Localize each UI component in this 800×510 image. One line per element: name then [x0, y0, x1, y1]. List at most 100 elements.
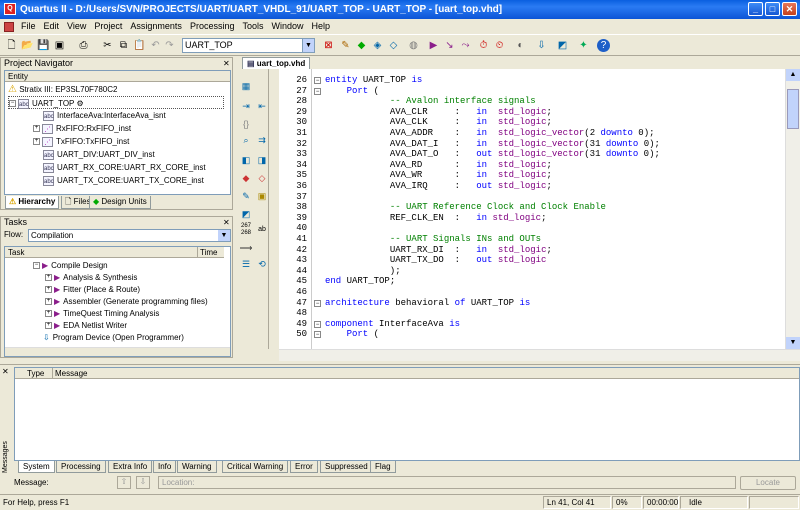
start-compilation-icon[interactable]: ▶ — [427, 39, 440, 52]
tree-item[interactable]: abc UART_TX_CORE:UART_TX_CORE_inst — [43, 174, 204, 187]
menu-view[interactable]: View — [63, 19, 90, 34]
document-icon[interactable] — [4, 21, 14, 32]
uncomment-icon[interactable]: ◇ — [255, 171, 269, 185]
copy-icon[interactable]: ⧉ — [117, 39, 130, 52]
code-line[interactable]: AVA_IRQ : out std_logic; — [325, 181, 552, 191]
tree-item[interactable]: abc InterfaceAva:InterfaceAva_isnt — [43, 109, 166, 122]
maximize-button[interactable]: □ — [765, 2, 780, 16]
code-editor[interactable]: 26− entity UART_TOP is 27− Port (28 -- Ava… — [279, 69, 800, 349]
code-line[interactable]: AVA_CLR : in std_logic; — [325, 107, 552, 117]
comment-icon[interactable]: ◆ — [239, 171, 253, 185]
collapse-icon[interactable]: − — [9, 100, 16, 108]
code-line[interactable]: AVA_DAT_I : in std_logic_vector(31 downt… — [325, 139, 660, 149]
arrow-right-icon[interactable]: ⟶ — [239, 241, 253, 255]
menu-assignments[interactable]: Assignments — [126, 19, 186, 34]
tab-info[interactable]: Info — [153, 461, 177, 473]
fold-icon[interactable]: − — [314, 331, 321, 339]
code-line[interactable]: AVA_ADDR : in std_logic_vector(2 downto … — [325, 128, 655, 138]
flow-select[interactable]: Compilation ▼ — [28, 229, 231, 242]
code-line[interactable]: -- Avalon interface signals — [325, 96, 536, 106]
task-item[interactable]: + ▶ TimeQuest Timing Analysis — [45, 308, 159, 320]
programmer-icon[interactable]: ⇩ — [535, 39, 548, 52]
assignment-editor-icon[interactable]: ◆ — [355, 39, 368, 52]
new-file-icon[interactable]: 🗋 — [5, 39, 18, 52]
bracket-icon[interactable]: {} — [239, 117, 253, 131]
tab-processing[interactable]: Processing — [56, 461, 106, 473]
editor-vertical-scrollbar[interactable]: ▲ ▼ — [785, 69, 800, 349]
tree-item[interactable]: abc UART_RX_CORE:UART_RX_CORE_inst — [43, 161, 206, 174]
menu-edit[interactable]: Edit — [40, 19, 64, 34]
pin-planner-icon[interactable]: ✎ — [339, 39, 352, 52]
code-line[interactable]: Port ( — [325, 329, 379, 339]
task-item[interactable]: ⇩ Program Device (Open Programmer) — [43, 332, 184, 344]
scroll-down-icon[interactable]: ▼ — [786, 337, 800, 349]
outdent-icon[interactable]: ⇤ — [255, 99, 269, 113]
code-line[interactable]: -- UART Signals INs and OUTs — [325, 234, 541, 244]
expand-icon[interactable]: + — [33, 138, 40, 146]
code-line[interactable]: Port ( — [325, 86, 379, 96]
save-icon[interactable]: 💾 — [37, 39, 50, 52]
help-icon[interactable]: ? — [597, 39, 610, 52]
cut-icon[interactable]: ✂ — [101, 39, 114, 52]
open-folder-icon[interactable]: 📂 — [21, 39, 34, 52]
table-icon[interactable]: ▦ — [239, 79, 253, 93]
menu-help[interactable]: Help — [308, 19, 335, 34]
find-next-icon[interactable]: ⇉ — [255, 133, 269, 147]
code-line[interactable]: AVA_CLK : in std_logic; — [325, 117, 552, 127]
insert-template-icon[interactable]: ▣ — [255, 189, 269, 203]
tree-item[interactable]: + ⋰ TxFIFO:TxFIFO_inst — [33, 135, 129, 148]
code-line[interactable]: ); — [325, 266, 401, 276]
code-line[interactable]: entity UART_TOP is — [325, 75, 422, 85]
chip-planner-icon[interactable]: ◈ — [371, 39, 384, 52]
chevron-down-icon[interactable]: ▼ — [302, 39, 314, 52]
goto-line-icon[interactable]: 267 268 — [239, 223, 253, 237]
floorplan-icon[interactable]: ◇ — [387, 39, 400, 52]
task-item[interactable]: + ▶ Analysis & Synthesis — [45, 272, 137, 284]
tab-uart-top[interactable]: ▤ uart_top.vhd — [242, 57, 311, 69]
code-line[interactable]: AVA_DAT_O : out std_logic_vector(31 down… — [325, 149, 660, 159]
code-line[interactable]: AVA_WR : in std_logic; — [325, 170, 552, 180]
bookmark-icon[interactable]: ◧ — [239, 153, 253, 167]
tab-extra-info[interactable]: Extra Info — [108, 461, 153, 473]
code-line[interactable]: UART_RX_DI : in std_logic; — [325, 245, 552, 255]
code-line[interactable]: end UART_TOP; — [325, 276, 395, 286]
top-entity-combo[interactable]: UART_TOP ▼ — [182, 38, 315, 53]
close-icon[interactable]: ✕ — [223, 59, 230, 68]
close-icon[interactable]: ✕ — [2, 367, 9, 376]
menu-tools[interactable]: Tools — [238, 19, 267, 34]
save-all-icon[interactable]: ▣ — [53, 39, 66, 52]
tab-system[interactable]: System — [18, 461, 55, 473]
type-column-header[interactable]: Type — [23, 368, 53, 379]
tab-hierarchy[interactable]: ⚠ Hierarchy — [5, 196, 60, 209]
close-button[interactable]: ✕ — [782, 2, 797, 16]
fold-icon[interactable]: − — [314, 77, 321, 84]
globe-icon[interactable]: ◍ — [407, 39, 420, 52]
task-item[interactable]: + ▶ EDA Netlist Writer — [45, 320, 127, 332]
stop-icon[interactable]: ◐ — [514, 39, 527, 52]
task-item[interactable]: + ▶ Fitter (Place & Route) — [45, 284, 140, 296]
time-column-header[interactable]: Time — [198, 247, 224, 258]
code-line[interactable]: AVA_RD : in std_logic; — [325, 160, 552, 170]
undo-icon[interactable]: ↶ — [149, 39, 162, 52]
redo-icon[interactable]: ↷ — [163, 39, 176, 52]
expand-icon[interactable]: + — [45, 298, 52, 306]
code-line[interactable]: component InterfaceAva is — [325, 319, 460, 329]
scroll-thumb[interactable] — [787, 89, 799, 129]
task-item[interactable]: − ▶ Compile Design — [33, 260, 108, 272]
find-icon[interactable]: ⌕ — [239, 133, 253, 147]
tab-suppressed[interactable]: Suppressed — [320, 461, 373, 473]
expand-icon[interactable]: + — [45, 274, 52, 282]
horizontal-scrollbar[interactable] — [5, 347, 230, 356]
code-line[interactable]: -- UART Reference Clock and Clock Enable — [325, 202, 606, 212]
tab-design-units[interactable]: ◆ Design Units — [89, 196, 151, 209]
code-line[interactable]: UART_TX_DO : out std_logic — [325, 255, 547, 265]
task-item[interactable]: + ▶ Assembler (Generate programming files) — [45, 296, 208, 308]
expand-icon[interactable]: + — [33, 125, 40, 133]
top-entity-row[interactable]: − abc UART_TOP ⚙ — [8, 96, 224, 109]
code-line[interactable]: architecture behavioral of UART_TOP is — [325, 298, 530, 308]
fold-icon[interactable]: − — [314, 299, 321, 307]
menu-project[interactable]: Project — [90, 19, 126, 34]
tree-item[interactable]: + ⋰ RxFIFO:RxFIFO_inst — [33, 122, 131, 135]
locate-button[interactable]: Locate — [740, 476, 796, 490]
print-icon[interactable]: ⎙ — [77, 39, 90, 52]
